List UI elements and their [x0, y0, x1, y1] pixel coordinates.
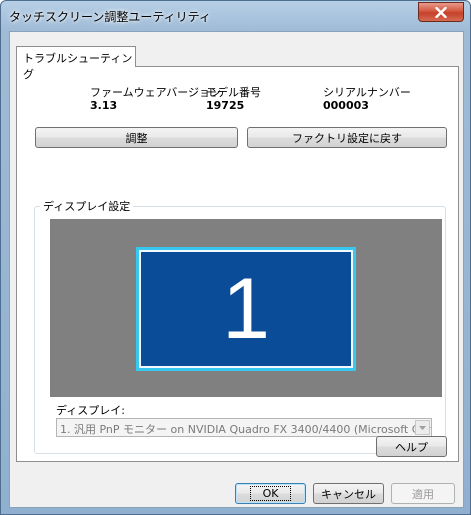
firmware-version-value: 3.13	[90, 99, 118, 112]
chevron-down-icon	[419, 425, 426, 430]
factory-reset-button[interactable]: ファクトリ設定に戻す	[247, 127, 447, 148]
close-icon	[435, 6, 447, 18]
display-select-value: 1. 汎用 PnP モニター on NVIDIA Quadro FX 3400/…	[60, 423, 431, 436]
close-button[interactable]	[418, 2, 464, 22]
dialog-client-area: トラブルシューティング ファームウェアバージョン 3.13 モデル番号 1972…	[9, 31, 464, 508]
ok-button-label: OK	[249, 486, 292, 501]
display-select[interactable]: 1. 汎用 PnP モニター on NVIDIA Quadro FX 3400/…	[56, 418, 432, 437]
model-number-label: モデル番号	[206, 86, 261, 99]
serial-number-value: 000003	[323, 99, 369, 112]
display-settings-label: ディスプレイ設定	[40, 198, 134, 214]
tab-troubleshooting[interactable]: トラブルシューティング	[16, 46, 136, 81]
firmware-version-label: ファームウェアバージョン	[90, 86, 222, 99]
dropdown-button[interactable]	[415, 420, 430, 435]
display-layout-area: 1	[50, 219, 442, 397]
monitor-1-tile[interactable]: 1	[136, 247, 356, 371]
ok-button[interactable]: OK	[235, 483, 306, 504]
help-button[interactable]: ヘルプ	[376, 436, 447, 457]
serial-number-label: シリアルナンバー	[323, 86, 411, 99]
title-bar[interactable]: タッチスクリーン調整ユーティリティ	[1, 1, 470, 31]
cancel-button[interactable]: キャンセル	[313, 483, 384, 504]
window-title: タッチスクリーン調整ユーティリティ	[9, 10, 211, 24]
display-select-label: ディスプレイ:	[56, 404, 125, 417]
apply-button[interactable]: 適用	[391, 483, 455, 504]
dialog-window: タッチスクリーン調整ユーティリティ トラブルシューティング ファームウェアバージ…	[0, 0, 471, 515]
model-number-value: 19725	[206, 99, 245, 112]
calibrate-button[interactable]: 調整	[35, 127, 238, 148]
monitor-number: 1	[222, 261, 270, 357]
